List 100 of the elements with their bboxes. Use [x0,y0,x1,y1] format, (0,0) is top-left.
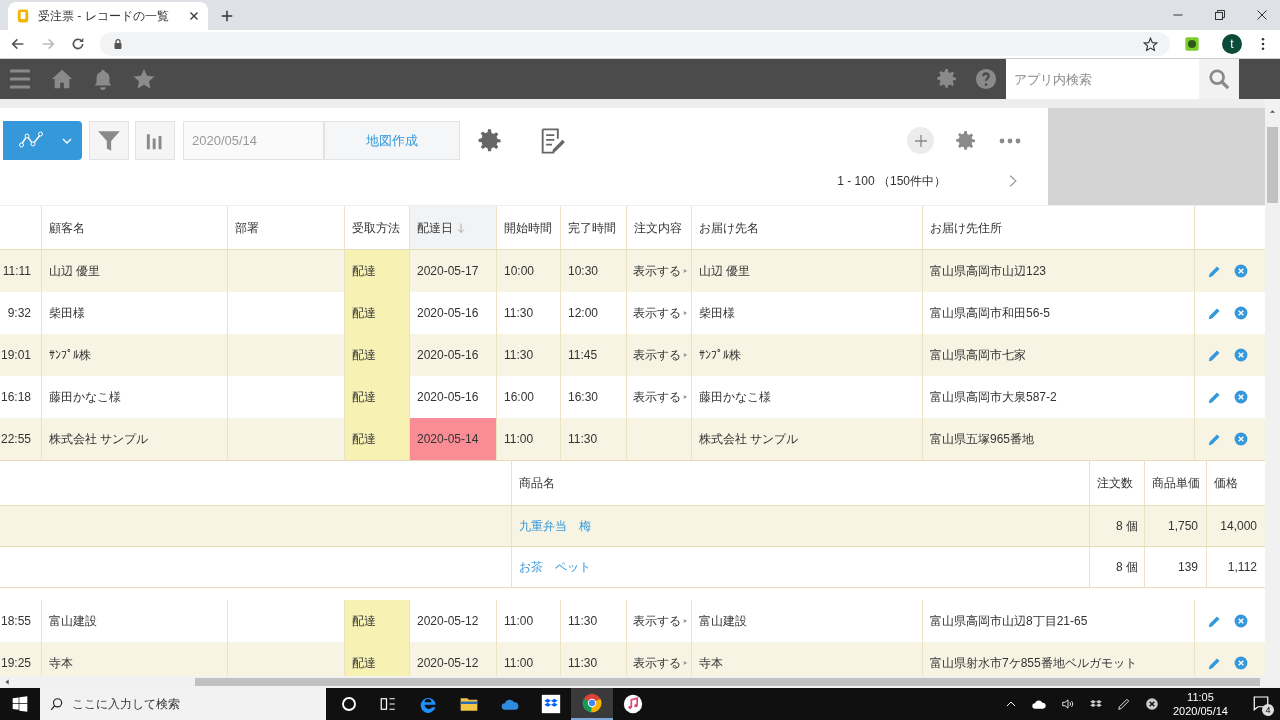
show-link[interactable]: 表示する [633,304,688,322]
date-text: 2020-05-14 [417,431,479,448]
pen-icon[interactable] [1116,697,1131,711]
home-icon[interactable] [51,68,73,90]
time-text: 11:30 [568,655,598,672]
settings-icon[interactable] [935,67,959,91]
column-header[interactable]: 配達日 [410,206,497,249]
delete-icon[interactable] [1234,306,1248,320]
time-text: 11:00 [504,613,534,630]
taskbar-search[interactable]: ここに入力して検索 [40,688,326,720]
show-link[interactable]: 表示する [633,612,688,630]
box-icon[interactable] [541,694,561,714]
star-icon[interactable] [133,68,155,90]
column-header[interactable]: お届け先住所 [923,206,1195,249]
column-header: 注文数 [1097,475,1133,492]
back-icon[interactable] [10,36,26,52]
time-text: 11:11 [2,263,31,280]
address-text: 富山県高岡市和田56-5 [930,305,1051,322]
time-text: 11:30 [568,613,598,630]
graph-button[interactable] [135,121,175,160]
delete-icon[interactable] [1234,390,1248,404]
notification-button[interactable]: 4 [1252,694,1272,714]
column-header[interactable]: 部署 [228,206,345,249]
forward-icon[interactable] [40,36,56,52]
time-text: 10:30 [568,263,599,280]
search-icon [50,697,64,711]
customer-name[interactable]: 株式会社 サンプル [49,430,149,448]
scrollbar-thumb[interactable] [1267,127,1278,203]
recipient-name: ｻﾝﾌﾟﾙ株 [699,347,741,364]
task-view-icon[interactable] [379,695,397,713]
document-icon [16,9,30,23]
column-header[interactable]: 注文内容 [627,206,692,249]
extension-icon[interactable] [1184,36,1200,52]
time-text: 19:01 [0,347,31,364]
close-icon[interactable] [1256,9,1268,21]
star-icon[interactable] [1143,36,1158,52]
view-selector[interactable] [4,121,82,160]
delete-icon[interactable] [1234,656,1248,670]
triangle-right-icon [683,351,688,359]
restore-icon[interactable] [1214,9,1226,21]
taskbar-app[interactable] [571,688,613,720]
column-header[interactable]: お届け先名 [692,206,923,249]
scrollbar-thumb[interactable] [195,678,1260,686]
help-icon[interactable] [975,68,997,90]
close-icon[interactable] [188,10,200,22]
speaker-icon[interactable] [1060,697,1075,711]
clock[interactable]: 11:05 2020/05/14 [1172,690,1228,718]
music-icon[interactable] [623,694,643,714]
show-link[interactable]: 表示する [633,654,688,672]
time-text: 11:30 [504,347,534,364]
delete-icon[interactable] [1234,348,1248,362]
time-text: 11:30 [504,305,534,322]
show-link[interactable]: 表示する [633,262,688,280]
search-field[interactable]: アプリ内検索 [1006,59,1199,99]
plus-icon [912,132,929,149]
circle-icon[interactable] [340,695,358,713]
pagination-text: 1 - 100 （150件中） [837,173,946,190]
customer-name[interactable]: 寺本 [49,654,73,672]
menu-icon[interactable] [8,67,32,91]
date-text: 2020-05-16 [417,389,479,406]
add-button[interactable] [907,127,934,154]
date-text: 2020-05-16 [417,347,479,364]
time-text: 16:30 [568,389,599,406]
customer-name[interactable]: 柴田様 [49,304,85,322]
browser-tab[interactable]: 受注票 - レコードの一覧 [8,2,208,30]
method-text: 配達 [352,389,376,406]
show-link[interactable]: 表示する [633,388,688,406]
close-circle-icon[interactable] [1144,697,1159,711]
bell-icon[interactable] [92,68,114,90]
reload-icon[interactable] [70,36,86,52]
column-header: 商品名 [519,475,555,492]
time-text: 16:00 [504,389,535,406]
column-header[interactable]: 顧客名 [42,206,228,249]
date-text: 2020-05-17 [417,263,479,280]
customer-name[interactable]: 富山建設 [49,612,97,630]
method-text: 配達 [352,305,376,322]
delete-icon[interactable] [1234,614,1248,628]
recipient-name: 柴田様 [699,305,735,322]
filter-button[interactable] [89,121,129,160]
time-text: 16:18 [0,389,31,406]
customer-name[interactable]: 藤田かなこ様 [49,388,121,406]
plus-icon[interactable] [220,9,234,23]
column-header: 価格 [1214,475,1238,492]
profile-avatar[interactable]: t [1222,34,1242,54]
settings-icon[interactable] [954,128,978,153]
search-button[interactable] [1199,59,1239,99]
triangle-right-icon [683,267,688,275]
customer-name[interactable]: 山辺 優里 [49,262,101,280]
show-link[interactable]: 表示する [633,346,688,364]
recipient-name: 株式会社 サンプル [699,431,799,448]
column-header[interactable]: 完了時間 [561,206,627,249]
address-text: 富山県高岡市大泉587-2 [930,389,1057,406]
delete-icon[interactable] [1234,264,1248,278]
date-text: 2020-05-12 [417,655,479,672]
windows-icon[interactable] [12,696,28,712]
recipient-name: 富山建設 [699,613,747,630]
column-header[interactable]: 開始時間 [497,206,561,249]
time-text: 10:00 [504,263,535,280]
delete-icon[interactable] [1234,432,1248,446]
customer-name[interactable]: ｻﾝﾌﾟﾙ株 [49,346,91,364]
